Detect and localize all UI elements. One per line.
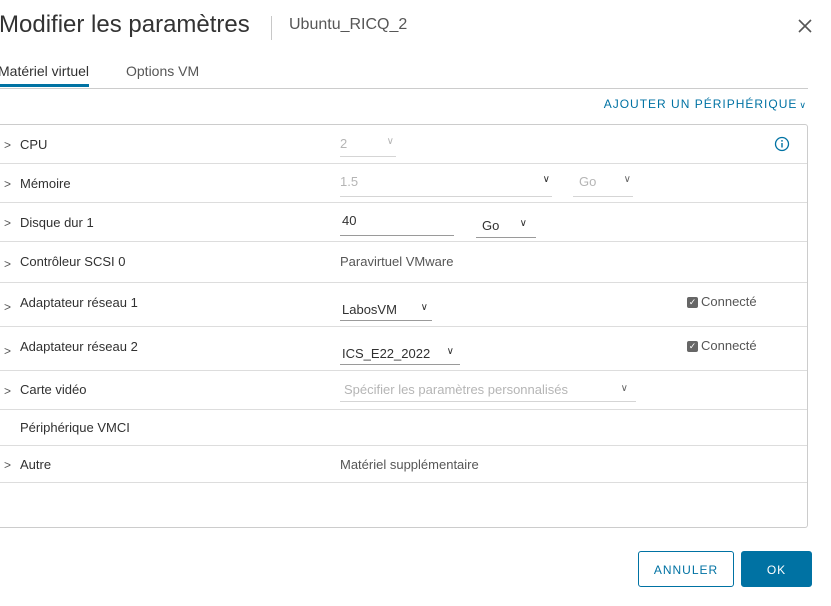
chevron-down-icon: ∨ [542, 174, 550, 185]
disk-unit: Go [482, 218, 500, 233]
chevron-down-icon: ∨ [446, 346, 454, 357]
video-value: Spécifier les paramètres personnalisés [344, 382, 568, 397]
net2-connected-checkbox[interactable]: ✓ Connecté [687, 338, 757, 353]
disk-size-input[interactable]: 40 [340, 213, 454, 236]
other-value: Matériel supplémentaire [340, 457, 479, 472]
vm-name: Ubuntu_RICQ_2 [289, 16, 408, 33]
memory-select[interactable]: 1.5 ∨ [340, 174, 552, 197]
dialog-title: Modifier les paramètres [0, 11, 250, 38]
tab-virtual-hardware[interactable]: Matériel virtuel [0, 63, 90, 87]
title-divider [271, 16, 272, 40]
disk-unit-select[interactable]: Go ∨ [476, 213, 536, 238]
chevron-down-icon: ∨ [386, 136, 394, 147]
memory-label: Mémoire [20, 176, 71, 191]
scsi-value: Paravirtuel VMware [340, 254, 454, 269]
net1-select[interactable]: LabosVM ∨ [340, 296, 432, 321]
add-device-label: AJOUTER UN PÉRIPHÉRIQUE [603, 97, 798, 111]
row-network-adapter-1: > Adaptateur réseau 1 LabosVM ∨ ✓ Connect… [0, 283, 807, 327]
disk-label: Disque dur 1 [20, 215, 94, 230]
chevron-down-icon: ∨ [620, 383, 628, 394]
checkbox-icon: ✓ [687, 297, 698, 308]
ok-button[interactable]: OK [741, 551, 812, 587]
info-icon[interactable] [774, 136, 790, 152]
other-label: Autre [20, 457, 52, 472]
memory-unit-select[interactable]: Go ∨ [573, 174, 633, 197]
chevron-down-icon: ∨ [420, 302, 428, 313]
net2-select[interactable]: ICS_E22_2022 ∨ [340, 340, 460, 365]
chevron-right-icon[interactable]: > [4, 300, 11, 314]
hardware-grid: > CPU 2 ∨ > Mémoire 1.5 ∨ Go ∨ > Disque … [0, 124, 808, 528]
net1-connected-checkbox[interactable]: ✓ Connecté [687, 294, 757, 309]
video-label: Carte vidéo [20, 382, 87, 397]
row-scsi-controller: > Contrôleur SCSI 0 Paravirtuel VMware [0, 242, 807, 283]
disk-size-value: 40 [342, 213, 357, 228]
chevron-down-icon: ∨ [519, 218, 527, 229]
chevron-right-icon[interactable]: > [4, 458, 11, 472]
row-video-card: > Carte vidéo Spécifier les paramètres p… [0, 371, 807, 410]
scsi-label: Contrôleur SCSI 0 [20, 254, 126, 269]
chevron-right-icon[interactable]: > [4, 344, 11, 358]
dialog-header: Modifier les paramètres Ubuntu_RICQ_2 [0, 0, 831, 56]
tab-vm-options[interactable]: Options VM [126, 63, 199, 84]
row-cpu: > CPU 2 ∨ [0, 125, 807, 164]
net1-connected-label: Connecté [701, 294, 757, 309]
row-vmci-device: Périphérique VMCI [0, 410, 807, 446]
row-other: > Autre Matériel supplémentaire [0, 446, 807, 483]
chevron-right-icon[interactable]: > [4, 216, 11, 230]
chevron-right-icon[interactable]: > [4, 257, 11, 271]
row-disk: > Disque dur 1 40 Go ∨ [0, 203, 807, 242]
tab-bar: Matériel virtuel Options VM [0, 60, 808, 89]
net2-connected-label: Connecté [701, 338, 757, 353]
memory-unit: Go [579, 174, 597, 189]
chevron-right-icon[interactable]: > [4, 384, 11, 398]
net2-value: ICS_E22_2022 [342, 346, 431, 361]
cpu-value: 2 [340, 136, 348, 151]
cancel-button[interactable]: ANNULER [638, 551, 734, 587]
row-memory: > Mémoire 1.5 ∨ Go ∨ [0, 164, 807, 203]
close-icon[interactable] [793, 14, 817, 38]
memory-value: 1.5 [340, 174, 359, 189]
net1-label: Adaptateur réseau 1 [20, 295, 138, 310]
add-device-button[interactable]: AJOUTER UN PÉRIPHÉRIQUE ∨ [604, 97, 807, 111]
net2-label: Adaptateur réseau 2 [20, 339, 138, 354]
video-select[interactable]: Spécifier les paramètres personnalisés ∨ [340, 379, 636, 402]
row-network-adapter-2: > Adaptateur réseau 2 ICS_E22_2022 ∨ ✓ Co… [0, 327, 807, 371]
chevron-right-icon[interactable]: > [4, 138, 11, 152]
cpu-label: CPU [20, 137, 48, 152]
checkbox-icon: ✓ [687, 341, 698, 352]
cpu-select[interactable]: 2 ∨ [340, 136, 396, 157]
chevron-down-icon: ∨ [623, 174, 631, 185]
chevron-down-icon: ∨ [799, 100, 807, 110]
net1-value: LabosVM [342, 302, 397, 317]
vmci-label: Périphérique VMCI [20, 420, 130, 435]
chevron-right-icon[interactable]: > [4, 177, 11, 191]
